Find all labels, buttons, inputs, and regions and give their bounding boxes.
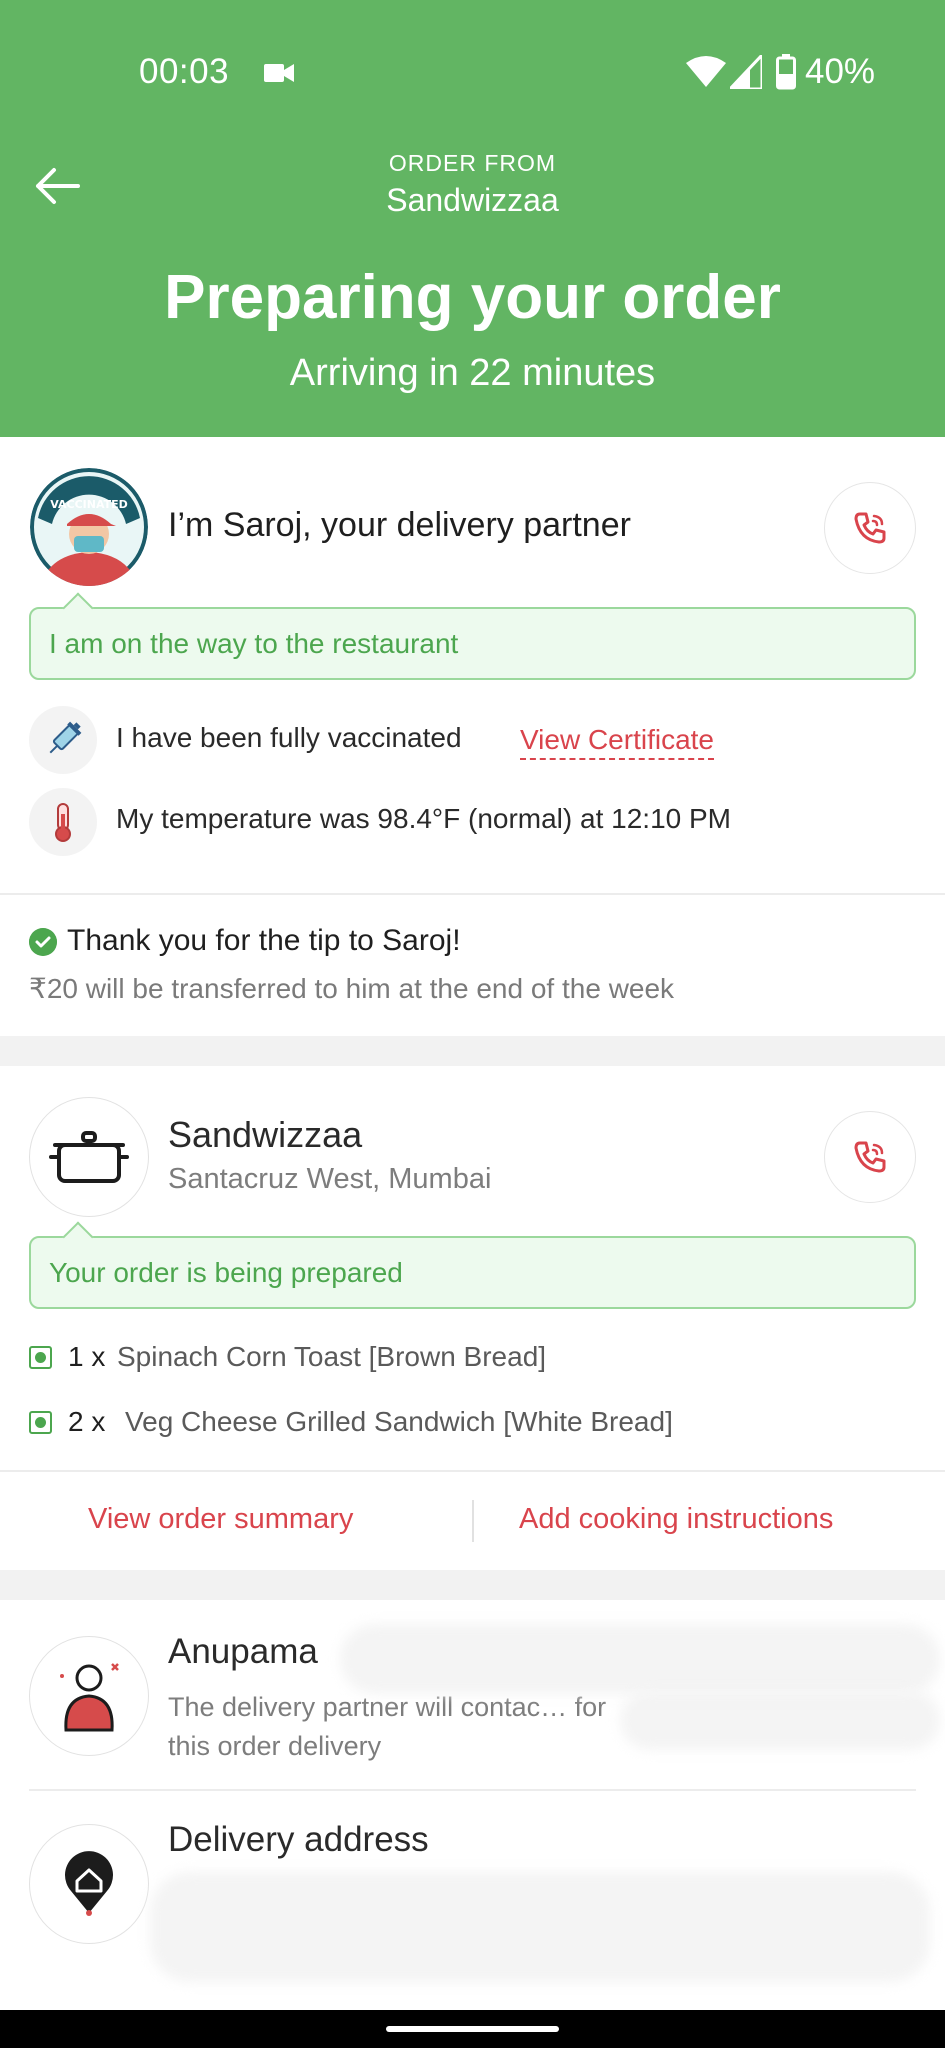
restaurant-status-message: Your order is being prepared	[29, 1236, 916, 1309]
redacted-area	[150, 1872, 930, 1982]
item-name: Spinach Corn Toast [Brown Bread]	[117, 1341, 547, 1372]
cooking-pot-icon	[49, 1131, 129, 1183]
contact-note: The delivery partner will contac… for th…	[168, 1692, 607, 1761]
veg-indicator-icon	[29, 1346, 52, 1369]
divider	[0, 1470, 945, 1472]
svg-text:VACCINATED: VACCINATED	[50, 498, 128, 511]
delivery-address-title: Delivery address	[168, 1820, 429, 1859]
home-location-icon	[29, 1824, 149, 1944]
restaurant-logo	[29, 1097, 149, 1217]
redacted-area	[340, 1624, 940, 1694]
order-restaurant-name: Sandwizzaa	[386, 182, 559, 218]
syringe-icon	[29, 706, 97, 774]
battery-icon	[776, 54, 796, 90]
tip-transfer-note: ₹20 will be transferred to him at the en…	[29, 973, 675, 1004]
status-bar: 00:03 40%	[0, 0, 945, 140]
restaurant-location: Santacruz West, Mumbai	[168, 1163, 492, 1195]
section-separator	[0, 1036, 945, 1066]
phone-icon	[854, 1141, 886, 1173]
item-name: Veg Cheese Grilled Sandwich [White Bread…	[125, 1406, 673, 1437]
video-camera-icon	[264, 64, 294, 82]
contact-name: Anupama	[168, 1632, 318, 1671]
order-status-header: 00:03 40% ORDER FROM Sandwizzaa Preparin…	[0, 0, 945, 437]
call-restaurant-button[interactable]	[824, 1111, 916, 1203]
battery-percentage: 40%	[805, 52, 876, 91]
view-certificate-link[interactable]: View Certificate	[520, 724, 715, 760]
item-quantity: 1 x	[68, 1341, 106, 1372]
contact-avatar	[29, 1636, 149, 1756]
phone-icon	[854, 512, 886, 544]
veg-indicator-icon	[29, 1411, 52, 1434]
check-circle-icon	[29, 928, 57, 956]
delivery-partner-title: I’m Saroj, your delivery partner	[168, 506, 631, 544]
person-icon	[60, 1663, 119, 1732]
view-order-summary-link[interactable]: View order summary	[88, 1503, 353, 1536]
divider	[0, 893, 945, 895]
temperature-text: My temperature was 98.4°F (normal) at 12…	[116, 803, 731, 834]
tip-thanks-title: Thank you for the tip to Saroj!	[67, 924, 461, 957]
order-from-label: ORDER FROM	[388, 150, 557, 176]
thermometer-icon	[29, 788, 97, 856]
arrival-eta: Arriving in 22 minutes	[289, 352, 656, 394]
home-gesture-handle[interactable]	[386, 2026, 559, 2032]
wifi-icon	[686, 56, 726, 87]
vaccination-status-text: I have been fully vaccinated	[116, 722, 462, 753]
call-delivery-partner-button[interactable]	[824, 482, 916, 574]
cellular-signal-icon	[730, 55, 762, 89]
redacted-area	[620, 1690, 940, 1750]
divider	[29, 1789, 916, 1791]
link-separator	[472, 1500, 474, 1542]
delivery-partner-status-message: I am on the way to the restaurant	[29, 607, 916, 680]
item-quantity: 2 x	[68, 1406, 106, 1437]
status-time: 00:03	[139, 52, 230, 91]
delivery-partner-avatar: VACCINATED	[30, 468, 148, 586]
order-status-title: Preparing your order	[164, 263, 781, 332]
add-cooking-instructions-link[interactable]: Add cooking instructions	[519, 1503, 833, 1536]
restaurant-name: Sandwizzaa	[168, 1114, 363, 1155]
section-separator	[0, 1570, 945, 1600]
